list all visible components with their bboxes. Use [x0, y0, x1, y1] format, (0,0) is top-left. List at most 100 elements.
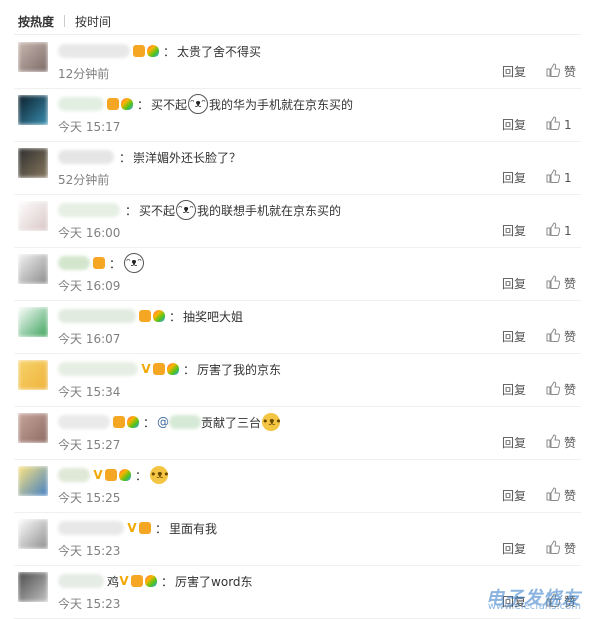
colon: ：: [125, 203, 138, 218]
reply-button[interactable]: 回复: [502, 116, 526, 133]
comment-time: 今天 16:09: [58, 279, 121, 293]
comment-item: ： 太贵了舍不得买 12分钟前 回复 赞: [0, 36, 595, 89]
like-count: 赞: [564, 383, 577, 397]
avatar[interactable]: [18, 413, 48, 443]
avatar[interactable]: [18, 572, 48, 602]
comment-body: ： ᵔᴥᵔ: [58, 253, 145, 273]
sort-tab-time[interactable]: 按时间: [75, 13, 111, 30]
username-blurred[interactable]: [58, 256, 90, 270]
like-button[interactable]: 1: [546, 222, 572, 239]
avatar[interactable]: [18, 254, 48, 284]
thumbs-up-icon: [546, 169, 564, 186]
husky-emoji-icon: ᵔᴥᵔ: [176, 200, 197, 220]
comment-item: ： ᵔᴥᵔ 今天 16:09 回复 赞: [0, 248, 595, 301]
like-button[interactable]: 1: [546, 169, 572, 186]
like-button[interactable]: 赞: [546, 540, 576, 557]
vip-crown-icon: [133, 45, 145, 57]
colon: ：: [163, 44, 176, 59]
reply-button[interactable]: 回复: [502, 63, 526, 80]
vip-crown-icon: [105, 469, 117, 481]
reply-button[interactable]: 回复: [502, 275, 526, 292]
avatar[interactable]: [18, 519, 48, 549]
like-button[interactable]: 赞: [546, 381, 576, 398]
username-blurred[interactable]: [58, 97, 104, 111]
username-blurred[interactable]: [58, 309, 136, 323]
username-blurred[interactable]: [58, 574, 104, 588]
bulb-badge-icon: [147, 45, 159, 57]
watermark-url: www.elecfans.com: [487, 601, 581, 612]
reply-button[interactable]: 回复: [502, 434, 526, 451]
comment-body: ： 买不起 ᵔᴥᵔ 我的联想手机就在京东买的: [58, 200, 341, 220]
avatar[interactable]: [18, 42, 48, 72]
avatar[interactable]: [18, 307, 48, 337]
like-button[interactable]: 赞: [546, 434, 576, 451]
doge-emoji-icon: •ᴥ•: [150, 466, 170, 484]
reply-button[interactable]: 回复: [502, 381, 526, 398]
vip-crown-icon: [153, 363, 165, 375]
doge-emoji-icon: •ᴥ•: [262, 413, 282, 431]
like-count: 赞: [564, 277, 577, 291]
username-blurred[interactable]: [58, 150, 114, 164]
avatar[interactable]: [18, 201, 48, 231]
comment-body: ： 买不起 ᵔᴥᵔ 我的华为手机就在京东买的: [58, 94, 353, 114]
like-count: 1: [564, 170, 572, 185]
username-suffix[interactable]: 鸡: [107, 573, 119, 590]
reply-button[interactable]: 回复: [502, 169, 526, 186]
colon: ：: [183, 362, 196, 377]
comment-time: 今天 15:27: [58, 438, 121, 452]
comment-time: 今天 15:23: [58, 597, 121, 611]
comment-time: 今天 15:17: [58, 120, 121, 134]
username-blurred[interactable]: [58, 362, 138, 376]
reply-button[interactable]: 回复: [502, 328, 526, 345]
avatar[interactable]: [18, 148, 48, 178]
comment-text: 买不起: [151, 97, 188, 112]
bulb-badge-icon: [119, 469, 131, 481]
colon: ：: [137, 97, 150, 112]
comment-item: V ： •ᴥ• 今天 15:25 回复 赞: [0, 460, 595, 513]
top-divider: [14, 34, 581, 35]
bulb-badge-icon: [145, 575, 158, 587]
sort-tab-hot[interactable]: 按热度: [18, 13, 54, 30]
avatar[interactable]: [18, 360, 48, 390]
reply-button[interactable]: 回复: [502, 540, 526, 557]
thumbs-up-icon: [546, 487, 564, 504]
comment-text: 抽奖吧大姐: [183, 309, 244, 324]
vip-crown-icon: [131, 575, 144, 587]
username-blurred[interactable]: [58, 521, 124, 535]
reply-button[interactable]: 回复: [502, 222, 526, 239]
like-count: 赞: [564, 436, 577, 450]
username-blurred[interactable]: [58, 44, 130, 58]
thumbs-up-icon: [546, 275, 564, 292]
avatar[interactable]: [18, 95, 48, 125]
mention-link[interactable]: @: [157, 415, 169, 429]
colon: ：: [143, 415, 156, 430]
like-button[interactable]: 赞: [546, 328, 576, 345]
username-blurred[interactable]: [58, 203, 120, 217]
avatar[interactable]: [18, 466, 48, 496]
comment-time: 12分钟前: [58, 67, 110, 81]
mention-username-blurred: [169, 415, 202, 429]
colon: ：: [161, 574, 174, 589]
thumbs-up-icon: [546, 328, 564, 345]
thumbs-up-icon: [546, 63, 564, 80]
comment-text: 厉害了word东: [175, 574, 253, 589]
like-button[interactable]: 赞: [546, 487, 576, 504]
like-button[interactable]: 1: [546, 116, 572, 133]
husky-emoji-icon: ᵔᴥᵔ: [124, 253, 145, 273]
like-button[interactable]: 赞: [546, 63, 576, 80]
comment-item: V ： 厉害了我的京东 今天 15:34 回复 赞: [0, 354, 595, 407]
like-count: 赞: [564, 542, 577, 556]
verified-icon: V: [127, 521, 137, 535]
reply-button[interactable]: 回复: [502, 487, 526, 504]
sort-bar: 按热度 按时间: [18, 13, 111, 29]
comment-item: ： @ 贡献了三台 •ᴥ• 今天 15:27 回复 赞: [0, 407, 595, 460]
comment-body: 鸡 V ： 厉害了word东: [58, 572, 253, 590]
username-blurred[interactable]: [58, 415, 110, 429]
like-button[interactable]: 赞: [546, 275, 576, 292]
vip-crown-icon: [139, 522, 151, 534]
bulb-badge-icon: [167, 363, 179, 375]
username-blurred[interactable]: [58, 468, 90, 482]
comment-text: 崇洋媚外还长脸了？: [133, 150, 242, 165]
bulb-badge-icon: [153, 310, 165, 322]
colon: ：: [155, 521, 168, 536]
